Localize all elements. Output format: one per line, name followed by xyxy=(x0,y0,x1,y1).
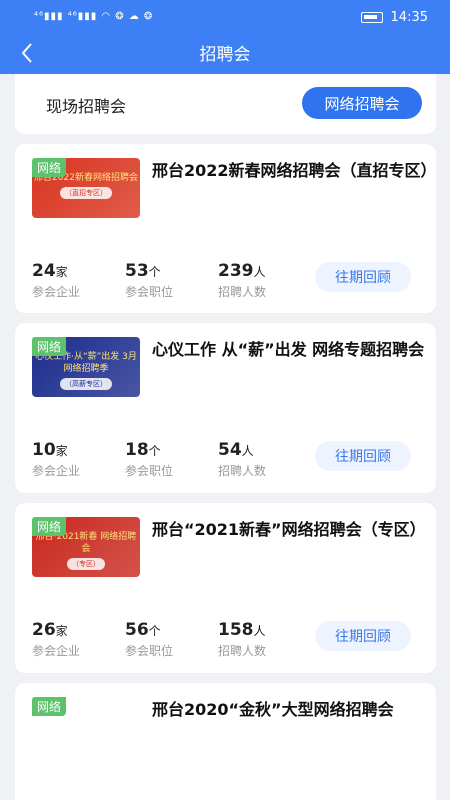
stat-positions-value: 53 xyxy=(125,261,149,281)
stat-positions: 53个参会职位 xyxy=(125,261,173,300)
stat-positions-unit: 个 xyxy=(148,624,161,638)
stat-recruits-value: 54 xyxy=(218,440,242,460)
stat-recruits: 239人招聘人数 xyxy=(218,261,266,300)
fair-type-tabs: 现场招聘会 网络招聘会 xyxy=(15,74,436,134)
stat-companies-unit: 家 xyxy=(55,624,68,638)
stat-recruits-unit: 人 xyxy=(241,444,254,458)
stat-companies-value: 24 xyxy=(32,261,56,281)
stat-companies: 10家参会企业 xyxy=(32,440,80,479)
stat-positions-value: 18 xyxy=(125,440,149,460)
stat-positions-label: 参会职位 xyxy=(125,464,174,478)
stat-recruits-value: 239 xyxy=(218,261,254,281)
fair-title[interactable]: 邢台2022新春网络招聘会（直招专区） xyxy=(152,158,436,184)
tab-onsite-fair[interactable]: 现场招聘会 xyxy=(46,93,126,117)
stat-companies-unit: 家 xyxy=(55,265,68,279)
past-review-button[interactable]: 往期回顾 xyxy=(315,621,411,651)
stat-positions: 18个参会职位 xyxy=(125,440,173,479)
status-bar: ⁴⁶▮▮▮ ⁴⁶▮▮▮ ◠ ❂ ☁ ❂ 14:35 xyxy=(0,0,450,36)
page-title: 招聘会 xyxy=(199,45,251,65)
thumbnail-subtitle: （专区） xyxy=(67,558,105,570)
stat-recruits-value: 158 xyxy=(218,620,254,640)
stat-recruits-unit: 人 xyxy=(253,624,266,638)
stat-positions-label: 参会职位 xyxy=(125,644,174,658)
stat-companies-value: 26 xyxy=(32,620,56,640)
fair-card[interactable]: 网络 邢台·2021新春 网络招聘会 （专区） 邢台“2021新春”网络招聘会（专区）… xyxy=(15,503,436,673)
online-tag: 网络 xyxy=(32,337,67,356)
fair-title[interactable]: 心仪工作 从“薪”出发 网络专题招聘会 xyxy=(152,337,432,363)
stat-positions-unit: 个 xyxy=(148,444,161,458)
stat-recruits-unit: 人 xyxy=(253,265,266,279)
thumbnail-subtitle: （直招专区） xyxy=(60,187,112,199)
stat-companies-unit: 家 xyxy=(55,444,68,458)
stat-recruits: 54人招聘人数 xyxy=(218,440,266,479)
stat-companies-label: 参会企业 xyxy=(32,285,81,299)
stat-companies: 24家参会企业 xyxy=(32,261,80,300)
fair-title[interactable]: 邢台“2021新春”网络招聘会（专区） xyxy=(152,517,432,543)
status-time: 14:35 xyxy=(390,10,428,25)
stat-companies-label: 参会企业 xyxy=(32,464,81,478)
status-right: 14:35 xyxy=(360,10,428,25)
online-tag: 网络 xyxy=(32,697,67,716)
past-review-button[interactable]: 往期回顾 xyxy=(315,262,411,292)
stat-recruits-label: 招聘人数 xyxy=(218,644,267,658)
nav-bar: 招聘会 xyxy=(0,36,450,74)
stat-positions: 56个参会职位 xyxy=(125,620,173,659)
battery-icon xyxy=(360,12,383,23)
fair-card[interactable]: 网络 心仪工作·从“薪”出发 3月网络招聘季 （高薪专区） 心仪工作 从“薪”出发 网… xyxy=(15,323,436,493)
stat-positions-value: 56 xyxy=(125,620,149,640)
tab-online-fair[interactable]: 网络招聘会 xyxy=(302,87,422,119)
thumbnail-subtitle: （高薪专区） xyxy=(60,378,112,390)
fair-card[interactable]: 网络 邢台2022新春网络招聘会 （直招专区） 邢台2022新春网络招聘会（直招专区）… xyxy=(15,144,436,313)
stat-recruits-label: 招聘人数 xyxy=(218,464,267,478)
fair-title[interactable]: 邢台2020“金秋”大型网络招聘会 xyxy=(152,697,432,723)
stat-companies: 26家参会企业 xyxy=(32,620,80,659)
app-header: ⁴⁶▮▮▮ ⁴⁶▮▮▮ ◠ ❂ ☁ ❂ 14:35 招聘会 xyxy=(0,0,450,74)
signal-icons: ⁴⁶▮▮▮ ⁴⁶▮▮▮ ◠ ❂ ☁ ❂ xyxy=(34,11,154,22)
stat-positions-label: 参会职位 xyxy=(125,285,174,299)
online-tag: 网络 xyxy=(32,158,67,177)
stat-positions-unit: 个 xyxy=(148,265,161,279)
stat-recruits-label: 招聘人数 xyxy=(218,285,267,299)
fair-card[interactable]: 网络 邢台2020“金秋”大型网络招聘会 xyxy=(15,683,436,800)
stat-companies-value: 10 xyxy=(32,440,56,460)
past-review-button[interactable]: 往期回顾 xyxy=(315,441,411,471)
online-tag: 网络 xyxy=(32,517,67,536)
stat-recruits: 158人招聘人数 xyxy=(218,620,266,659)
stat-companies-label: 参会企业 xyxy=(32,644,81,658)
